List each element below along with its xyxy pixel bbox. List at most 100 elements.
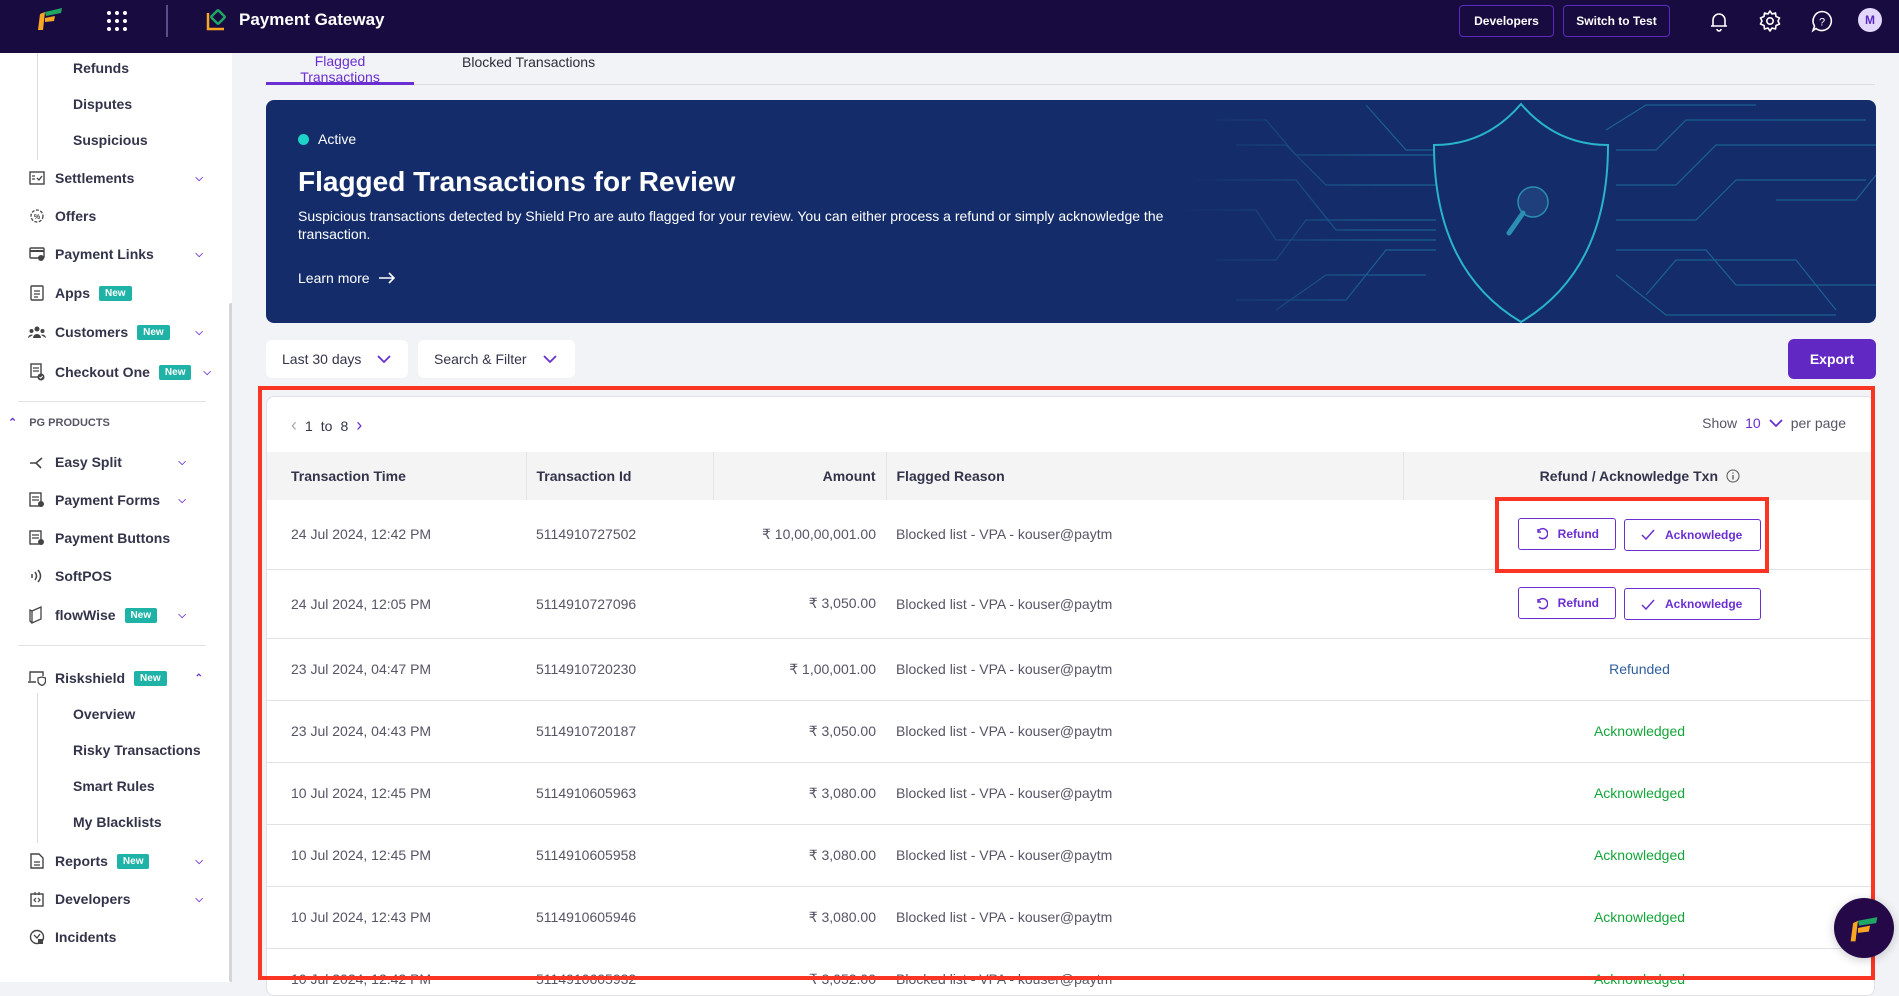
assistant-fab[interactable] — [1834, 898, 1894, 958]
sidebar-item-label: Customers — [55, 324, 129, 340]
transactions-table: Transaction Time Transaction Id Amount F… — [267, 452, 1874, 995]
sidebar-subitem-disputes[interactable]: Disputes — [73, 96, 132, 112]
sidebar-scrollbar[interactable] — [229, 303, 232, 982]
info-icon[interactable] — [1726, 469, 1740, 483]
sidebar-item-softpos[interactable]: SoftPOS — [28, 565, 203, 587]
sidebar-item-payment-links[interactable]: Payment Links ⌵ — [28, 243, 203, 265]
status-badge: Acknowledged — [1593, 785, 1686, 801]
sidebar-item-customers[interactable]: Customers New ⌵ — [28, 321, 203, 343]
cell-amount: ₹ 3,050.00 — [713, 569, 886, 639]
sidebar-item-developers[interactable]: Developers ⌵ — [28, 888, 203, 910]
chevron-down-icon[interactable] — [1769, 418, 1783, 428]
bell-icon[interactable] — [1707, 9, 1731, 33]
app-logo-icon[interactable] — [36, 6, 64, 32]
sidebar-item-easy-split[interactable]: Easy Split ⌵ — [28, 451, 186, 473]
gear-icon[interactable] — [1758, 9, 1782, 33]
table-row[interactable]: 23 Jul 2024, 04:47 PM 5114910720230 ₹ 1,00… — [267, 638, 1874, 701]
acknowledge-button[interactable]: Acknowledge — [1623, 518, 1762, 551]
sidebar-item-label: flowWise — [55, 607, 116, 623]
new-badge: New — [124, 607, 158, 623]
per-page-value[interactable]: 10 — [1745, 415, 1761, 431]
status-badge: Acknowledged — [1593, 723, 1686, 739]
svg-text:?: ? — [1819, 17, 1825, 29]
sidebar-subitem-overview[interactable]: Overview — [73, 706, 135, 722]
chevron-down-icon[interactable]: ⌵ — [195, 249, 203, 260]
table-row[interactable]: 10 Jul 2024, 12:43 PM 5114910605946 ₹ 3,08… — [267, 886, 1874, 949]
sidebar-item-settlements[interactable]: Settlements ⌵ — [28, 167, 203, 189]
chevron-down-icon[interactable]: ⌵ — [195, 894, 203, 905]
status-indicator: Active — [298, 131, 356, 147]
cell-amount: ₹ 3,052.00 — [713, 948, 886, 995]
tab-flagged-transactions[interactable]: Flagged Transactions — [266, 53, 414, 85]
sidebar-item-label: Settlements — [55, 170, 135, 186]
cell-transaction-id: 5114910605963 — [526, 762, 713, 825]
settlements-icon — [28, 169, 46, 187]
switch-to-test-button[interactable]: Switch to Test — [1563, 5, 1670, 37]
table-row[interactable]: 23 Jul 2024, 04:43 PM 5114910720187 ₹ 3,05… — [267, 700, 1874, 763]
cell-transaction-id: 5114910605958 — [526, 824, 713, 887]
chevron-down-icon[interactable]: ⌵ — [203, 367, 211, 378]
sidebar-item-apps[interactable]: Apps New — [28, 282, 203, 304]
sidebar-subitem-refunds[interactable]: Refunds — [73, 60, 129, 76]
sidebar-item-reports[interactable]: Reports New ⌵ — [28, 850, 203, 872]
sidebar-item-payment-buttons[interactable]: Payment Buttons — [28, 527, 203, 549]
prev-page-icon[interactable]: ‹ — [291, 415, 297, 436]
sidebar-item-offers[interactable]: % Offers — [28, 205, 203, 227]
sidebar-item-incidents[interactable]: Incidents — [28, 926, 203, 948]
avatar[interactable]: M — [1858, 8, 1882, 32]
incidents-icon — [28, 928, 46, 946]
date-range-value: Last 30 days — [282, 351, 362, 367]
cell-action: Acknowledged — [1403, 824, 1874, 887]
chevron-down-icon[interactable]: ⌵ — [178, 610, 186, 621]
date-range-dropdown[interactable]: Last 30 days — [266, 340, 408, 378]
table-row[interactable]: 24 Jul 2024, 12:42 PM 5114910727502 ₹ 10,0… — [267, 500, 1874, 570]
sidebar-item-flowwise[interactable]: flowWise New ⌵ — [28, 604, 186, 626]
export-button[interactable]: Export — [1788, 339, 1876, 379]
sidebar-divider — [18, 401, 206, 402]
col-flagged-reason: Flagged Reason — [886, 452, 1404, 500]
help-icon[interactable]: ? — [1810, 9, 1834, 33]
sidebar-item-riskshield[interactable]: Riskshield New ⌃ — [28, 667, 203, 689]
sidebar-subitem-my-blacklists[interactable]: My Blacklists — [73, 814, 162, 830]
chevron-down-icon[interactable]: ⌵ — [195, 327, 203, 338]
product-title[interactable]: Payment Gateway — [205, 8, 385, 32]
cell-action: Refund Acknowledge — [1403, 569, 1874, 639]
acknowledge-button[interactable]: Acknowledge — [1623, 588, 1762, 620]
customers-icon — [28, 323, 46, 341]
per-page-label: per page — [1790, 415, 1846, 431]
chevron-up-icon[interactable]: ⌃ — [195, 673, 203, 684]
status-dot-icon — [298, 133, 309, 145]
next-page-icon[interactable]: › — [356, 415, 362, 436]
table-row[interactable]: 10 Jul 2024, 12:42 PM 5114910605932 ₹ 3,05… — [267, 948, 1874, 995]
offers-icon: % — [28, 207, 46, 225]
learn-more-link[interactable]: Learn more — [298, 270, 396, 286]
sidebar-item-payment-forms[interactable]: Payment Forms ⌵ — [28, 489, 186, 511]
developers-button[interactable]: Developers — [1459, 5, 1554, 37]
sidebar-item-label: Incidents — [55, 929, 117, 945]
sidebar-item-checkout-one[interactable]: Checkout One New ⌵ — [28, 361, 211, 383]
chevron-down-icon[interactable]: ⌵ — [178, 495, 186, 506]
status-badge: Acknowledged — [1593, 909, 1686, 925]
sidebar-subitem-smart-rules[interactable]: Smart Rules — [73, 778, 155, 794]
cell-transaction-id: 5114910720230 — [526, 638, 713, 701]
section-pg-products[interactable]: ⌃ PG PRODUCTS — [8, 416, 110, 430]
chevron-down-icon[interactable]: ⌵ — [178, 457, 186, 468]
banner-title: Flagged Transactions for Review — [298, 166, 736, 197]
sidebar-subitem-risky-transactions[interactable]: Risky Transactions — [73, 742, 201, 758]
search-filter-dropdown[interactable]: Search & Filter — [418, 340, 575, 378]
tab-blocked-transactions[interactable]: Blocked Transactions — [462, 53, 595, 85]
table-row[interactable]: 24 Jul 2024, 12:05 PM 5114910727096 ₹ 3,05… — [267, 569, 1874, 639]
status-badge: Refunded — [1609, 661, 1670, 677]
cell-transaction-time: 24 Jul 2024, 12:42 PM — [267, 500, 526, 570]
table-row[interactable]: 10 Jul 2024, 12:45 PM 5114910605958 ₹ 3,08… — [267, 824, 1874, 887]
chevron-down-icon[interactable]: ⌵ — [195, 856, 203, 867]
check-icon — [1641, 529, 1655, 541]
sidebar-subitem-suspicious[interactable]: Suspicious — [73, 132, 148, 148]
cell-flagged-reason: Blocked list - VPA - kouser@paytm — [886, 700, 1403, 763]
refund-button[interactable]: Refund — [1517, 517, 1616, 550]
new-badge: New — [137, 324, 170, 340]
apps-grid-icon[interactable] — [107, 11, 127, 31]
table-row[interactable]: 10 Jul 2024, 12:45 PM 5114910605963 ₹ 3,08… — [267, 762, 1874, 825]
chevron-down-icon[interactable]: ⌵ — [195, 173, 203, 184]
refund-button[interactable]: Refund — [1517, 587, 1616, 619]
